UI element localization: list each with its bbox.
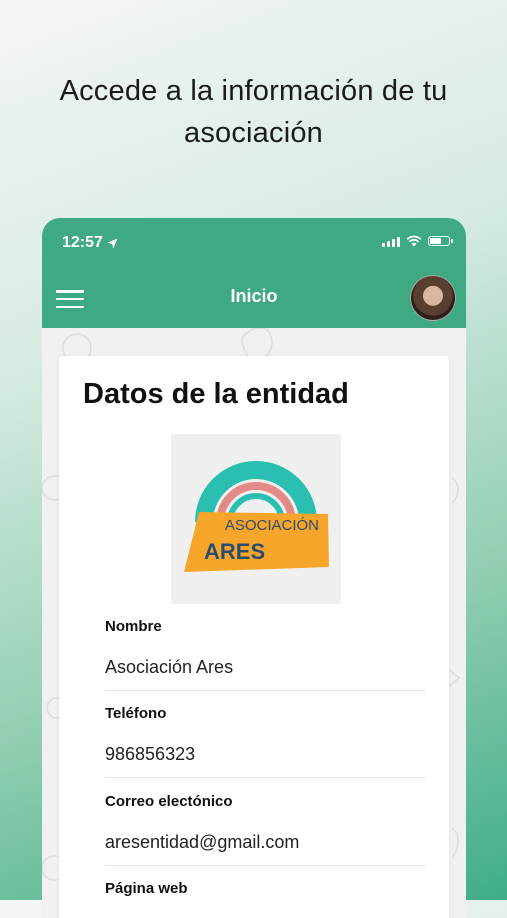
rainbow-logo-graphic: ASOCIACIÓN ARES xyxy=(184,461,329,572)
field-label: Teléfono xyxy=(105,705,167,722)
promo-heading: Accede a la información de tu asociación xyxy=(0,70,507,154)
phone-screen: 12:57 Inicio Datos de la entidad ASOCIAC… xyxy=(42,218,466,918)
battery-icon xyxy=(428,236,453,246)
promo-line-1: Accede a la información de tu xyxy=(59,75,448,107)
field-label: Página web xyxy=(105,880,188,897)
field-value[interactable]: aresentidad@gmail.com xyxy=(105,832,425,853)
status-icons xyxy=(382,235,453,247)
divider xyxy=(105,690,425,691)
field-label: Correo electónico xyxy=(105,793,233,810)
user-avatar[interactable] xyxy=(410,275,456,321)
field-pagina-web: Página web xyxy=(105,880,425,897)
divider xyxy=(105,777,425,778)
status-time: 12:57 xyxy=(62,234,118,252)
divider xyxy=(105,865,425,866)
field-correo: Correo electónico aresentidad@gmail.com xyxy=(105,793,425,866)
location-arrow-icon xyxy=(107,238,118,248)
signal-icon xyxy=(382,236,400,247)
association-logo: ASOCIACIÓN ARES xyxy=(171,434,341,604)
status-time-text: 12:57 xyxy=(62,234,103,251)
field-value[interactable]: 986856323 xyxy=(105,744,425,765)
entity-card: Datos de la entidad ASOCIACIÓN ARES Nomb… xyxy=(59,356,449,918)
field-value[interactable]: Asociación Ares xyxy=(105,657,425,678)
card-title: Datos de la entidad xyxy=(83,378,349,410)
logo-text-line-2: ARES xyxy=(204,539,265,564)
field-label: Nombre xyxy=(105,618,162,635)
app-header: 12:57 Inicio xyxy=(42,218,466,328)
nav-title: Inicio xyxy=(230,286,278,306)
wifi-icon xyxy=(406,235,422,247)
logo-text-line-1: ASOCIACIÓN xyxy=(225,517,319,534)
promo-line-2: asociación xyxy=(183,117,324,149)
field-telefono: Teléfono 986856323 xyxy=(105,705,425,778)
field-nombre: Nombre Asociación Ares xyxy=(105,618,425,691)
